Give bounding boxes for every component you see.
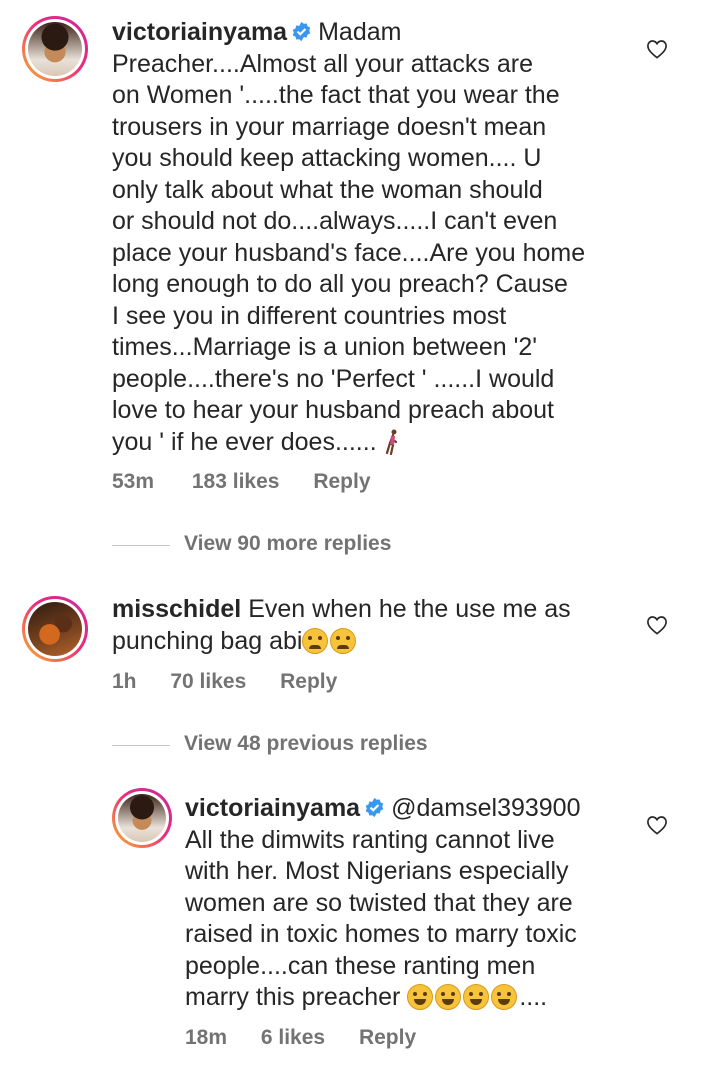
view-previous-replies[interactable]: View 48 previous replies	[112, 732, 428, 756]
comment-body: Madam Preacher....Almost all your attack…	[112, 18, 586, 456]
heart-icon[interactable]	[646, 615, 668, 635]
laughing-face-icon	[407, 984, 434, 1010]
sad-face-icon	[330, 627, 357, 654]
verified-badge-icon	[292, 21, 311, 42]
person-walking-icon	[385, 429, 397, 455]
heart-icon[interactable]	[646, 39, 668, 59]
divider	[112, 745, 170, 746]
likes-count[interactable]: 70 likes	[170, 670, 246, 693]
avatar[interactable]	[22, 16, 88, 82]
view-more-replies[interactable]: View 90 more replies	[112, 532, 391, 556]
comment-text: victoriainyama Madam Preacher....Almost a…	[112, 17, 632, 458]
username[interactable]: victoriainyama	[112, 18, 287, 46]
comment-text: victoriainyama @damsel393900 All the dimw…	[185, 793, 635, 1014]
username[interactable]: victoriainyama	[185, 794, 360, 822]
reply-button[interactable]: Reply	[313, 470, 370, 493]
comment-time: 1h	[112, 670, 137, 693]
comment-time: 53m	[112, 470, 155, 493]
verified-badge-icon	[365, 797, 384, 818]
laughing-face-icon	[435, 984, 462, 1010]
sad-face-icon	[302, 627, 329, 654]
mention-link[interactable]: @damsel393900	[391, 794, 580, 822]
avatar[interactable]	[22, 596, 88, 662]
reply-button[interactable]: Reply	[359, 1026, 416, 1049]
reply-button[interactable]: Reply	[280, 670, 337, 693]
likes-count[interactable]: 183 likes	[192, 470, 280, 493]
laughing-face-icon	[491, 984, 518, 1010]
username[interactable]: misschidel	[112, 595, 241, 623]
laughing-face-icon	[463, 984, 490, 1010]
comment-time: 18m	[185, 1026, 228, 1049]
comment-meta: 18m 6 likes Reply	[185, 1026, 444, 1050]
comment-suffix: ....	[519, 983, 548, 1011]
heart-icon[interactable]	[646, 815, 668, 835]
divider	[112, 545, 170, 546]
likes-count[interactable]: 6 likes	[261, 1026, 325, 1049]
comment-meta: 53m 183 likes Reply	[112, 470, 399, 494]
avatar[interactable]	[112, 788, 172, 848]
comment-text: misschidel Even when he the use me as pu…	[112, 594, 632, 657]
comment-meta: 1h 70 likes Reply	[112, 670, 365, 694]
